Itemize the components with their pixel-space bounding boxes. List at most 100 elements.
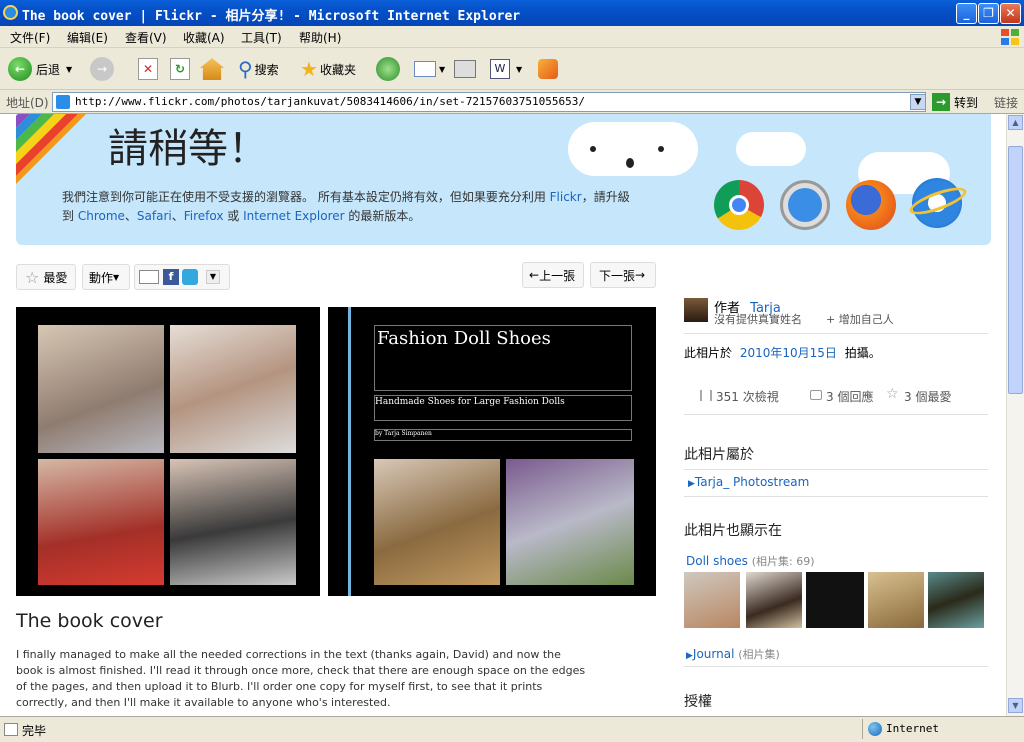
comment-icon: [810, 390, 822, 400]
set-thumbnail[interactable]: [868, 572, 924, 628]
views-icon: [700, 390, 712, 401]
printer-icon: [454, 60, 476, 78]
links-label[interactable]: 链接: [994, 94, 1018, 111]
scroll-down-arrow[interactable]: ▼: [1008, 698, 1023, 713]
window-title-bar[interactable]: The book cover | Flickr - 相片分享! - Micros…: [0, 0, 1024, 26]
divider: [684, 496, 988, 497]
taken-on: 此相片於 2010年10月15日 拍攝。: [684, 346, 881, 360]
minimize-button[interactable]: _: [956, 3, 977, 24]
set-thumbnail[interactable]: [684, 572, 740, 628]
messenger-button[interactable]: [538, 54, 558, 84]
address-input[interactable]: http://www.flickr.com/photos/tarjankuvat…: [52, 92, 926, 112]
actions-button[interactable]: 動作 ▼: [82, 264, 130, 290]
chevron-down-icon: ▼: [66, 64, 73, 74]
license-heading: 授權: [684, 694, 712, 710]
scroll-up-arrow[interactable]: ▲: [1008, 115, 1023, 130]
book-spine-divider: [320, 307, 328, 596]
windows-logo-icon: [1001, 29, 1019, 45]
status-divider: [862, 719, 863, 739]
set-journal-link[interactable]: Journal: [693, 647, 735, 661]
window-title: The book cover | Flickr - 相片分享! - Micros…: [22, 9, 521, 24]
safari-icon[interactable]: [780, 180, 830, 230]
shoe-photo-cork: [374, 459, 500, 585]
avatar[interactable]: [684, 298, 708, 322]
search-icon: ⚲: [238, 57, 253, 81]
firefox-icon[interactable]: [846, 180, 896, 230]
refresh-button[interactable]: ↻: [170, 54, 190, 84]
photo-title: The book cover: [16, 610, 163, 632]
close-button[interactable]: ✕: [1000, 3, 1021, 24]
set-thumbnail[interactable]: [746, 572, 802, 628]
security-zone: Internet: [886, 722, 939, 735]
stop-icon: ✕: [138, 58, 158, 80]
set-thumbnail[interactable]: [928, 572, 984, 628]
photostream-link[interactable]: ▶Tarja_ Photostream: [688, 475, 809, 489]
edit-button[interactable]: W ▼: [490, 54, 522, 84]
star-outline-icon: ☆: [25, 267, 40, 287]
faves-count: ☆ 3 個最愛: [886, 386, 952, 404]
main-photo[interactable]: Fashion Doll Shoes Handmade Shoes for La…: [16, 307, 656, 596]
chevron-down-icon: ▼: [113, 272, 120, 282]
address-label: 地址(D): [6, 96, 49, 110]
menu-favorites[interactable]: 收藏(A): [183, 29, 225, 46]
ie-link[interactable]: Internet Explorer: [243, 209, 344, 223]
home-button[interactable]: [200, 54, 224, 84]
scroll-thumb[interactable]: [1008, 146, 1023, 394]
toolbar: ← 后退 ▼ → ✕ ↻ ⚲ 搜索 ★ 收藏夹 ▼ W ▼: [0, 48, 1024, 90]
also-in-heading: 此相片也顯示在: [684, 523, 782, 539]
firefox-link[interactable]: Firefox: [184, 209, 224, 223]
back-button[interactable]: ← 后退 ▼: [8, 54, 72, 84]
history-button[interactable]: [376, 54, 400, 84]
chrome-icon[interactable]: [714, 180, 764, 230]
word-icon: W: [490, 59, 510, 79]
book-author-box: by Tarja Simpanen: [374, 429, 632, 441]
stop-button[interactable]: ✕: [138, 54, 158, 84]
chrome-link[interactable]: Chrome: [78, 209, 125, 223]
cloud-face-decoration: [568, 122, 698, 176]
menu-tools[interactable]: 工具(T): [241, 29, 282, 46]
flickr-link[interactable]: Flickr: [550, 190, 582, 204]
shoe-photo-red: [38, 459, 164, 585]
forward-button[interactable]: →: [90, 54, 114, 84]
page-done-icon: [4, 723, 18, 736]
menu-help[interactable]: 帮助(H): [299, 29, 341, 46]
fave-button[interactable]: ☆ 最愛: [16, 264, 76, 290]
divider: [684, 414, 988, 415]
address-dropdown-arrow[interactable]: ▼: [910, 94, 926, 110]
add-contact-link[interactable]: + 增加自己人: [826, 311, 894, 327]
menu-edit[interactable]: 编辑(E): [67, 29, 108, 46]
go-button[interactable]: → 转到: [932, 93, 978, 111]
internet-explorer-icon[interactable]: [906, 178, 970, 228]
print-button[interactable]: [454, 54, 476, 84]
globe-icon: [868, 722, 882, 736]
home-icon: [200, 58, 224, 80]
vertical-scrollbar[interactable]: ▲ ▼: [1006, 114, 1024, 716]
facebook-icon[interactable]: f: [163, 269, 179, 285]
menu-file[interactable]: 文件(F): [10, 29, 50, 46]
twitter-icon[interactable]: [182, 269, 198, 285]
shoe-photo-leopard: [170, 459, 296, 585]
set-thumbnail[interactable]: [806, 572, 864, 628]
set-doll-shoes-link[interactable]: Doll shoes: [686, 554, 748, 568]
safari-link[interactable]: Safari: [137, 209, 172, 223]
star-outline-icon: ☆: [886, 386, 899, 402]
maximize-button[interactable]: ❐: [978, 3, 999, 24]
book-spine-line: [348, 307, 351, 596]
previous-photo-button[interactable]: ← 上一張: [522, 262, 584, 288]
share-dropdown-icon[interactable]: ▼: [206, 270, 220, 284]
shoe-photo-sparkle: [170, 325, 296, 453]
favorites-button[interactable]: ★ 收藏夹: [300, 54, 356, 84]
email-icon[interactable]: [139, 270, 159, 284]
search-button[interactable]: ⚲ 搜索: [238, 54, 279, 84]
right-arrow-icon: →: [635, 268, 646, 282]
divider: [684, 469, 988, 470]
mail-icon: [414, 61, 436, 77]
divider: [684, 333, 988, 334]
menu-view[interactable]: 查看(V): [125, 29, 167, 46]
page-icon: [56, 95, 70, 109]
chevron-down-icon: ▼: [439, 64, 446, 74]
next-photo-button[interactable]: 下一張 →: [590, 262, 656, 288]
share-toolbar: f ▼: [134, 264, 230, 290]
mail-button[interactable]: ▼: [414, 54, 445, 84]
taken-date-link[interactable]: 2010年10月15日: [740, 346, 837, 360]
